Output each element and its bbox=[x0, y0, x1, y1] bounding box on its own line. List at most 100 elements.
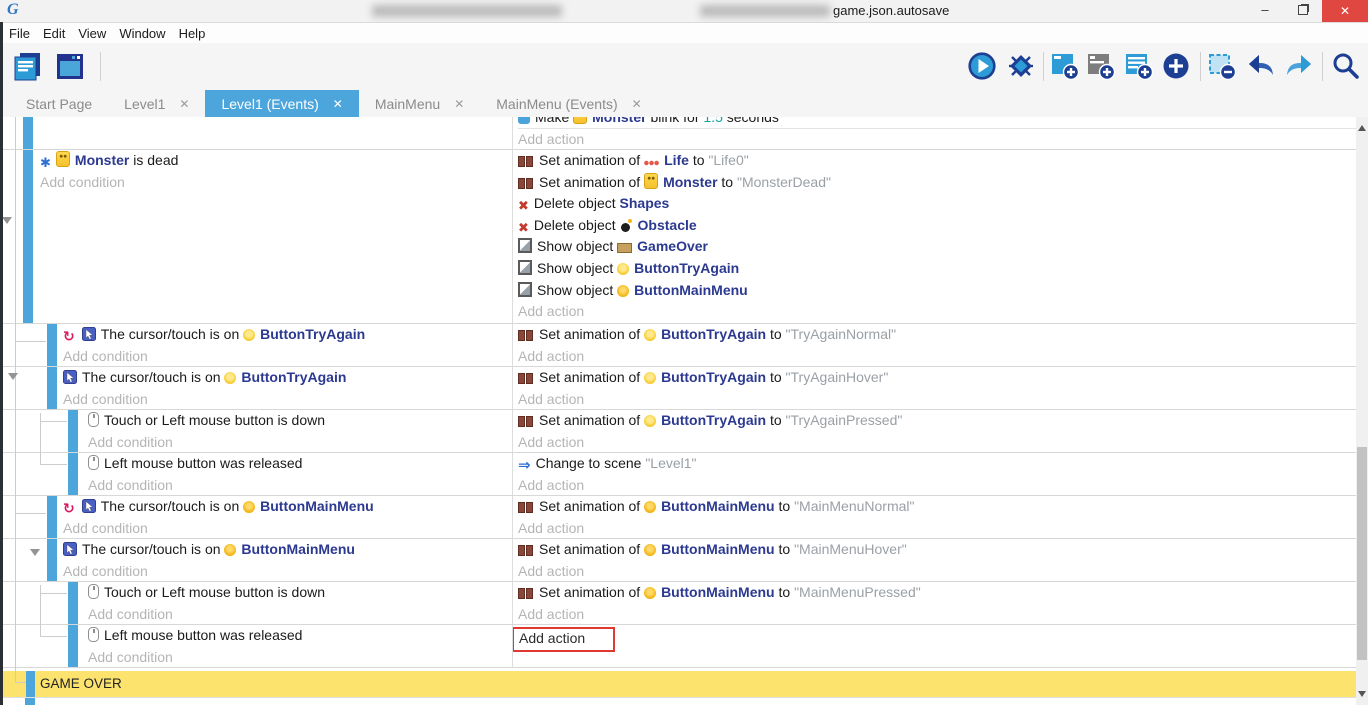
text-segment: Delete object bbox=[534, 195, 620, 211]
undo-icon[interactable] bbox=[1246, 51, 1276, 81]
action-row[interactable]: ✖Delete object Obstacle bbox=[518, 215, 1356, 237]
add-action-button[interactable]: Add action bbox=[518, 604, 1356, 625]
add-action-button[interactable]: Add action bbox=[518, 301, 1356, 323]
condition-row[interactable]: Touch or Left mouse button is down bbox=[88, 410, 512, 432]
close-button[interactable]: ✕ bbox=[1322, 0, 1368, 22]
delete-event-icon[interactable] bbox=[1207, 51, 1237, 81]
add-comment-icon[interactable] bbox=[1124, 51, 1154, 81]
add-event-icon[interactable] bbox=[1050, 51, 1080, 81]
add-condition-button[interactable]: Add condition bbox=[88, 475, 512, 496]
scroll-up-icon[interactable] bbox=[1358, 125, 1366, 131]
actions-cell: Set animation of ButtonTryAgain to "TryA… bbox=[512, 410, 1356, 452]
action-row[interactable]: Set animation of Monster to "MonsterDead… bbox=[518, 172, 1356, 194]
add-action-button[interactable]: Add action bbox=[518, 389, 1356, 410]
action-row[interactable]: Set animation of ButtonMainMenu to "Main… bbox=[518, 582, 1356, 604]
add-subevent-icon[interactable] bbox=[1086, 51, 1116, 81]
menu-window[interactable]: Window bbox=[117, 26, 167, 41]
action-row[interactable]: Show object ButtonTryAgain bbox=[518, 258, 1356, 280]
tab-close-icon[interactable]: ✕ bbox=[454, 97, 464, 111]
condition-row[interactable]: ↻The cursor/touch is on ButtonTryAgain bbox=[63, 324, 512, 346]
action-row[interactable]: Set animation of ButtonTryAgain to "TryA… bbox=[518, 324, 1356, 346]
action-row[interactable]: Set animation of ButtonMainMenu to "Main… bbox=[518, 539, 1356, 561]
text-segment: Life bbox=[664, 152, 689, 168]
event-touch-down-mainmenu: Touch or Left mouse button is downAdd co… bbox=[0, 582, 1356, 625]
add-action-button-highlighted[interactable]: Add action bbox=[512, 627, 615, 652]
action-row[interactable]: Show object ButtonMainMenu bbox=[518, 280, 1356, 302]
clipped-action-row[interactable]: Make Monster blink for 1.5 seconds bbox=[518, 117, 1356, 129]
add-action-button[interactable]: Add action bbox=[518, 129, 1356, 149]
tab-close-icon[interactable]: ✕ bbox=[179, 97, 189, 111]
text-segment: Left mouse button was released bbox=[104, 627, 302, 643]
search-icon[interactable] bbox=[1330, 51, 1360, 81]
text-segment: to bbox=[775, 498, 794, 514]
action-row[interactable]: Set animation of ButtonTryAgain to "TryA… bbox=[518, 410, 1356, 432]
animation-icon bbox=[518, 369, 534, 391]
menu-view[interactable]: View bbox=[76, 26, 108, 41]
menu-edit[interactable]: Edit bbox=[41, 26, 67, 41]
condition-row[interactable]: Touch or Left mouse button is down bbox=[88, 582, 512, 604]
actions-cell: Set animation of ButtonTryAgain to "TryA… bbox=[512, 324, 1356, 366]
condition-row[interactable]: ↻The cursor/touch is on ButtonMainMenu bbox=[63, 496, 512, 518]
scrollbar-thumb[interactable] bbox=[1357, 447, 1367, 660]
event-selection-bar[interactable] bbox=[26, 671, 35, 697]
text-segment: Set animation of bbox=[539, 369, 644, 385]
text-segment: "MainMenuHover" bbox=[794, 541, 907, 557]
text-segment: to bbox=[766, 369, 785, 385]
project-manager-icon[interactable] bbox=[12, 51, 42, 81]
add-condition-button[interactable]: Add condition bbox=[63, 389, 512, 410]
tab-level1[interactable]: Level1✕ bbox=[108, 90, 205, 117]
tab-level1-events[interactable]: Level1 (Events)✕ bbox=[205, 90, 358, 117]
add-condition-button[interactable]: Add condition bbox=[88, 647, 512, 668]
event-selection-bar[interactable] bbox=[25, 698, 35, 705]
condition-row[interactable]: Left mouse button was released bbox=[88, 453, 512, 475]
redo-icon[interactable] bbox=[1284, 51, 1314, 81]
action-row[interactable]: ⇒Change to scene "Level1" bbox=[518, 453, 1356, 475]
comment-game-over[interactable]: GAME OVER bbox=[0, 671, 1356, 697]
action-row[interactable]: Set animation of ButtonTryAgain to "TryA… bbox=[518, 367, 1356, 389]
add-condition-button[interactable]: Add condition bbox=[88, 604, 512, 625]
action-row[interactable]: ✖Delete object Shapes bbox=[518, 193, 1356, 215]
action-row[interactable]: Show object GameOver bbox=[518, 236, 1356, 258]
condition-row[interactable]: The cursor/touch is on ButtonTryAgain bbox=[63, 367, 512, 389]
text-segment: "MainMenuPressed" bbox=[794, 584, 921, 600]
vertical-scrollbar[interactable] bbox=[1356, 117, 1368, 705]
scroll-down-icon[interactable] bbox=[1358, 691, 1366, 697]
add-condition-button[interactable]: Add condition bbox=[63, 518, 512, 539]
maximize-button[interactable] bbox=[1286, 0, 1320, 22]
tab-close-icon[interactable]: ✕ bbox=[333, 97, 343, 111]
scene-editor-icon[interactable] bbox=[55, 51, 85, 81]
add-action-button[interactable]: Add action bbox=[518, 561, 1356, 582]
button-yellow-icon bbox=[644, 326, 656, 348]
add-condition-button[interactable]: Add condition bbox=[63, 561, 512, 582]
add-condition-button[interactable]: Add condition bbox=[40, 117, 512, 124]
tab-mainmenu[interactable]: MainMenu✕ bbox=[359, 90, 480, 117]
add-condition-button[interactable]: Add condition bbox=[88, 432, 512, 453]
conditions-cell: Add condition bbox=[0, 117, 512, 149]
text-segment: to bbox=[689, 152, 708, 168]
condition-row[interactable]: ✱Monster is dead bbox=[40, 150, 512, 172]
tab-start-page[interactable]: Start Page bbox=[10, 90, 108, 117]
tab-mainmenu-events[interactable]: MainMenu (Events)✕ bbox=[480, 90, 657, 117]
action-row[interactable]: Set animation of ButtonMainMenu to "Main… bbox=[518, 496, 1356, 518]
debug-icon[interactable] bbox=[1006, 51, 1036, 81]
action-row[interactable]: Set animation of Life to "Life0" bbox=[518, 150, 1356, 172]
toolbar bbox=[0, 43, 1368, 90]
add-action-button[interactable]: Add action bbox=[518, 346, 1356, 367]
button-orange-icon bbox=[224, 541, 236, 563]
menu-file[interactable]: File bbox=[7, 26, 32, 41]
condition-row[interactable]: Left mouse button was released bbox=[88, 625, 512, 647]
add-condition-button[interactable]: Add condition bbox=[63, 346, 512, 367]
mouse-icon bbox=[88, 412, 99, 434]
play-icon[interactable] bbox=[967, 51, 997, 81]
mouse-icon bbox=[88, 627, 99, 649]
add-action-button[interactable]: Add action bbox=[518, 432, 1356, 453]
menu-help[interactable]: Help bbox=[177, 26, 208, 41]
condition-row[interactable]: The cursor/touch is on ButtonMainMenu bbox=[63, 539, 512, 561]
text-segment: The cursor/touch is on bbox=[82, 369, 224, 385]
tab-close-icon[interactable]: ✕ bbox=[632, 97, 642, 111]
add-action-button[interactable]: Add action bbox=[518, 475, 1356, 496]
minimize-button[interactable]: – bbox=[1248, 0, 1282, 22]
add-action-button[interactable]: Add action bbox=[518, 518, 1356, 539]
add-condition-button[interactable]: Add condition bbox=[40, 172, 512, 194]
add-circle-icon[interactable] bbox=[1161, 51, 1191, 81]
